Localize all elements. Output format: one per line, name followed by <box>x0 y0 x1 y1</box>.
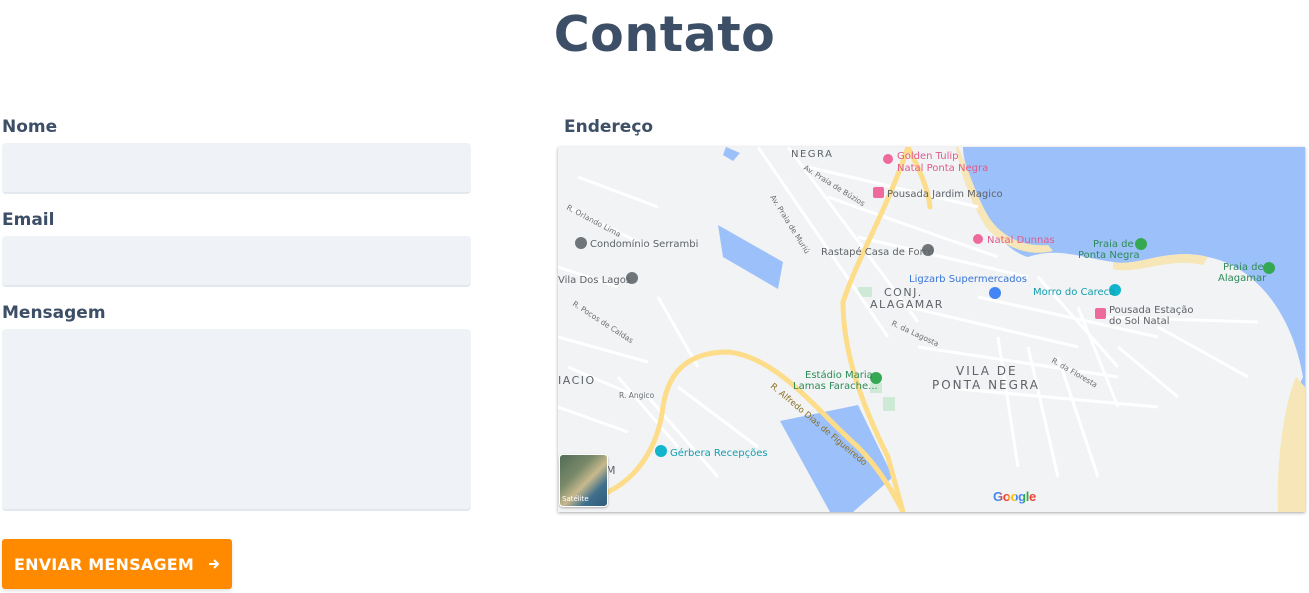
svg-text:Av. Praia de Muriú: Av. Praia de Muriú <box>768 193 811 255</box>
ocean-area <box>963 147 1305 512</box>
svg-text:Morro do Careca: Morro do Careca <box>1033 287 1115 298</box>
message-label: Mensagem <box>2 303 106 323</box>
svg-text:R. da Lagosta: R. da Lagosta <box>890 319 940 349</box>
neighborhood-ponta-negra: PONTA NEGRA <box>932 378 1040 392</box>
svg-text:Natal Dunnas: Natal Dunnas <box>987 235 1055 246</box>
email-field[interactable] <box>2 236 471 287</box>
lake-area <box>718 225 783 289</box>
svg-text:Ponta Negra: Ponta Negra <box>1078 250 1140 261</box>
svg-text:Praia de: Praia de <box>1223 262 1264 273</box>
beach-area <box>1277 377 1305 512</box>
svg-text:Pousada Estação: Pousada Estação <box>1109 305 1193 316</box>
svg-text:Pousada Jardim Magico: Pousada Jardim Magico <box>887 189 1003 200</box>
svg-text:do Sol Natal: do Sol Natal <box>1109 316 1170 327</box>
neighborhood-alagamar: ALAGAMAR <box>870 298 944 311</box>
svg-text:R. Orlando Lima: R. Orlando Lima <box>565 203 622 239</box>
svg-text:Av. Praia de Búzios: Av. Praia de Búzios <box>802 163 867 208</box>
neighborhood-vila-de: VILA DE <box>956 364 1018 378</box>
svg-text:Vila Dos Lagos: Vila Dos Lagos <box>558 275 631 286</box>
svg-text:Condomínio Serrambi: Condomínio Serrambi <box>590 238 698 250</box>
svg-text:R. Pocos de Caldas: R. Pocos de Caldas <box>571 299 635 345</box>
email-label: Email <box>2 210 55 230</box>
arrow-right-icon <box>208 555 220 574</box>
svg-text:Gérbera Recepções: Gérbera Recepções <box>670 447 768 459</box>
svg-text:Ligzarb Supermercados: Ligzarb Supermercados <box>909 274 1027 285</box>
send-message-button[interactable]: ENVIAR MENSAGEM <box>2 539 232 589</box>
neighborhood-iacio: IACIO <box>558 374 596 387</box>
name-field[interactable] <box>2 143 471 194</box>
svg-text:Rastapé Casa de Forró: Rastapé Casa de Forró <box>821 246 934 258</box>
google-logo: Google <box>993 489 1036 504</box>
send-message-label: ENVIAR MENSAGEM <box>13 554 195 574</box>
name-label: Nome <box>2 117 58 137</box>
svg-text:Natal Ponta Negra: Natal Ponta Negra <box>897 163 988 174</box>
google-brand-text: Google <box>993 489 1036 504</box>
satellite-label: Satélite <box>562 495 589 503</box>
svg-text:Golden Tulip: Golden Tulip <box>897 151 959 162</box>
svg-text:R. Angico: R. Angico <box>619 391 655 400</box>
message-textarea[interactable] <box>2 329 471 511</box>
address-map[interactable]: NEGRA CONJ. ALAGAMAR VILA DE PONTA NEGRA… <box>558 147 1305 512</box>
svg-text:Estádio Maria: Estádio Maria <box>805 369 873 381</box>
satellite-toggle[interactable]: Satélite <box>559 454 608 507</box>
svg-text:Lamas Farache...: Lamas Farache... <box>793 381 878 392</box>
neighborhood-negra: NEGRA <box>791 149 833 160</box>
page-title: Contato <box>553 6 776 63</box>
svg-text:Praia de: Praia de <box>1093 239 1134 250</box>
address-label: Endereço <box>564 117 654 137</box>
svg-text:Alagamar: Alagamar <box>1218 273 1267 284</box>
